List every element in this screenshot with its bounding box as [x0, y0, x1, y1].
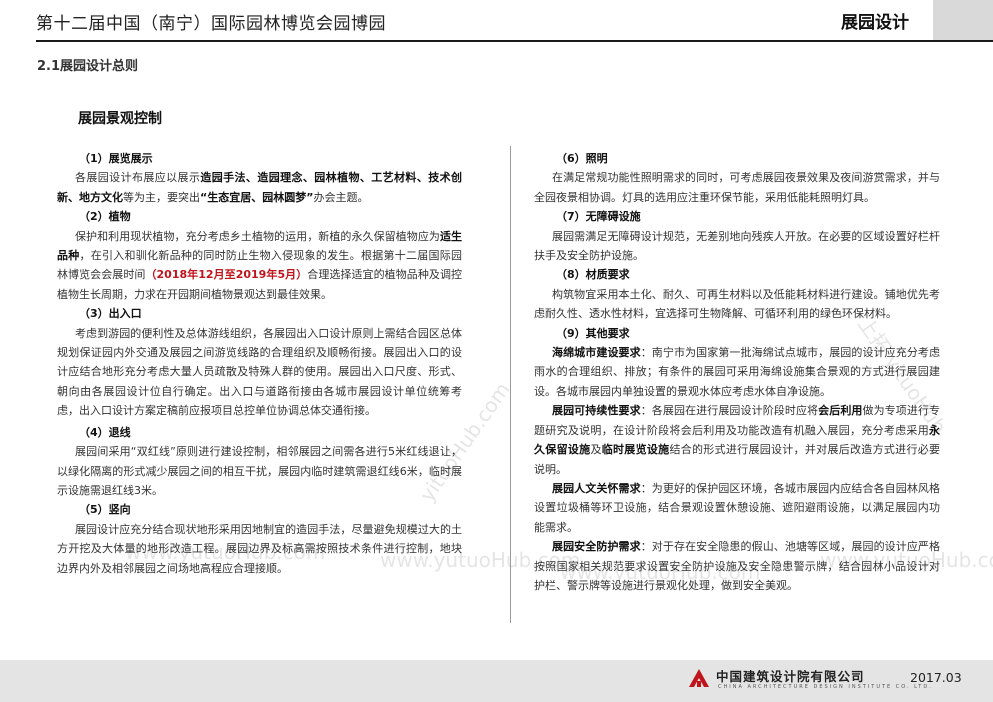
highlight-dates: （2018年12月至2019年5月）	[145, 268, 308, 282]
item-title-materials: （8）材质要求	[556, 268, 630, 282]
paragraph-setback: 展园间采用“双红线”原则进行建设控制，相邻展园之间需各进行5米红线退让，以绿化隔…	[57, 445, 462, 497]
item-title-setback: （4）退线	[79, 425, 131, 439]
paragraph-vertical: 展园设计应充分结合现状地形采用因地制宜的造园手法，尽量避免规模过大的土方开挖及大…	[57, 522, 462, 575]
header-section-label: 展园设计	[841, 12, 909, 33]
company-logo-icon	[689, 669, 709, 687]
paragraph-lighting: 在满足常规功能性照明需求的同时，可考虑展园夜景效果及夜间游赏需求，并与全园夜景相…	[534, 171, 940, 204]
item-title-other: （9）其他要求	[556, 326, 630, 340]
footer-company-english: CHINA ARCHITECTURE DESIGN INSTITUTE CO. …	[718, 684, 933, 690]
footer-date: 2017.03	[910, 670, 962, 685]
item-title-vertical: （5）竖向	[79, 503, 131, 517]
item-title-entrance: （3）出入口	[79, 307, 142, 321]
header-gray-block	[933, 0, 993, 40]
item-title-plants: （2）植物	[79, 210, 131, 224]
paragraph-safety: 展园安全防护需求：对于存在安全隐患的假山、池塘等区域，展园的设计应严格按照国家相…	[534, 540, 941, 592]
item-title-exhibition: （1）展览展示	[79, 152, 153, 165]
item-title-accessibility: （7）无障碍设施	[556, 210, 641, 224]
paragraph-entrance: 考虑到游园的便利性及总体游线组织，各展园出入口设计原则上需结合园区总体规划保证园…	[57, 326, 462, 418]
column-divider	[510, 146, 511, 623]
paragraph-accessibility: 展园需满足无障碍设计规范，无差别地向残疾人开放。在必要的区域设置好栏杆扶手及安全…	[534, 229, 940, 263]
paragraph-exhibition: 各展园设计布展应以展示造园手法、造园理念、园林植物、工艺材料、技术创新、地方文化…	[57, 171, 463, 204]
item-title-lighting: （6）照明	[556, 152, 608, 165]
paragraph-plants: 保护和利用现状植物，充分考虑乡土植物的运用，新植的永久保留植物应为适生品种，在引…	[57, 229, 463, 301]
section-heading: 2.1展园设计总则	[37, 59, 139, 74]
paragraph-materials: 构筑物宜采用本土化、耐久、可再生材料以及低能耗材料进行建设。铺地优先考虑耐久性、…	[534, 287, 940, 321]
sub-heading: 展园景观控制	[78, 111, 162, 127]
left-column: （1）展览展示 各展园设计布展应以展示造园手法、造园理念、园林植物、工艺材料、技…	[57, 149, 462, 578]
header-rule	[36, 40, 993, 42]
page-header: 第十二届中国（南宁）国际园林博览会园博园 展园设计	[0, 0, 993, 40]
paragraph-humanistic-care: 展园人文关怀需求：为更好的保护园区环境，各城市展园内应结合各自园林风格设置垃圾桶…	[534, 481, 941, 534]
footer-company-name: 中国建筑设计院有限公司	[716, 669, 865, 684]
header-title: 第十二届中国（南宁）国际园林博览会园博园	[36, 14, 386, 34]
paragraph-sponge-city: 海绵城市建设要求：南宁市为国家第一批海绵试点城市，展园的设计应充分考虑雨水的合理…	[534, 346, 941, 398]
paragraph-sustainability: 展园可持续性要求：各展园在进行展园设计阶段时应将会后利用做为专项进行专题研究及说…	[534, 404, 941, 476]
right-column: （6）照明 在满足常规功能性照明需求的同时，可考虑展园夜景效果及夜间游赏需求，并…	[534, 149, 940, 595]
